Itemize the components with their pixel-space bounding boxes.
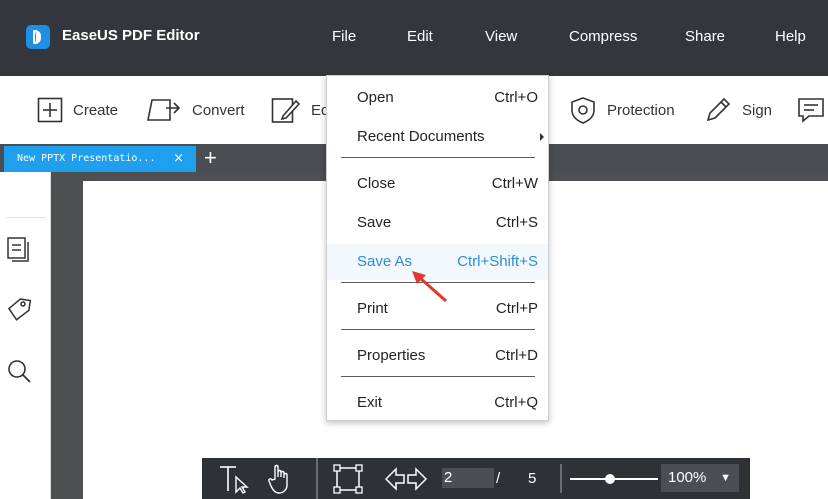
edit-button[interactable]: Ed bbox=[271, 76, 329, 144]
page-number-input[interactable]: 2 bbox=[442, 468, 494, 488]
convert-icon bbox=[147, 99, 181, 121]
toolbar-divider bbox=[560, 464, 562, 493]
convert-label: Convert bbox=[192, 101, 245, 119]
menu-divider bbox=[341, 376, 535, 377]
edit-pencil-icon bbox=[271, 98, 301, 123]
zoom-select[interactable]: 100% ▼ bbox=[661, 464, 739, 492]
fit-page-icon[interactable] bbox=[332, 463, 364, 495]
text-select-icon[interactable] bbox=[216, 464, 252, 494]
app-name: EaseUS PDF Editor bbox=[62, 27, 200, 44]
pen-icon bbox=[706, 97, 731, 122]
menu-share[interactable]: Share bbox=[685, 28, 725, 45]
sign-button[interactable]: Sign bbox=[704, 76, 772, 144]
left-sidebar bbox=[0, 172, 51, 499]
menu-item-close[interactable]: Close Ctrl+W bbox=[327, 166, 548, 202]
protection-button[interactable]: Protection bbox=[569, 76, 675, 144]
close-tab-icon[interactable]: × bbox=[173, 146, 184, 172]
pages-thumbnail-icon[interactable] bbox=[6, 236, 32, 262]
sign-label: Sign bbox=[742, 101, 773, 119]
menu-divider bbox=[341, 329, 535, 330]
menu-item-recent-documents[interactable]: Recent Documents bbox=[327, 119, 548, 155]
menu-file[interactable]: File bbox=[332, 28, 356, 45]
menu-item-properties[interactable]: Properties Ctrl+D bbox=[327, 338, 548, 374]
tag-icon[interactable] bbox=[6, 296, 32, 322]
menu-help[interactable]: Help bbox=[775, 28, 806, 45]
hand-tool-icon[interactable] bbox=[266, 463, 294, 495]
menu-item-exit[interactable]: Exit Ctrl+Q bbox=[327, 385, 548, 421]
annotation-arrow-icon bbox=[412, 271, 447, 303]
toolbar-divider bbox=[316, 458, 318, 499]
menu-item-save[interactable]: Save Ctrl+S bbox=[327, 205, 548, 241]
menu-item-open[interactable]: Open Ctrl+O bbox=[327, 80, 548, 116]
convert-button[interactable]: Convert bbox=[146, 76, 245, 144]
next-page-icon[interactable] bbox=[406, 467, 428, 491]
sidebar-divider bbox=[6, 217, 46, 218]
protection-label: Protection bbox=[607, 101, 675, 119]
total-pages: 5 bbox=[528, 470, 537, 487]
shield-icon bbox=[571, 97, 595, 124]
bottom-toolbar: 2 / 5 100% ▼ bbox=[202, 458, 750, 499]
document-tab-title: New PPTX Presentatio... bbox=[17, 153, 156, 164]
title-bar: EaseUS PDF Editor File Edit View Compres… bbox=[0, 0, 828, 76]
app-logo-icon bbox=[26, 25, 50, 49]
search-icon[interactable] bbox=[6, 358, 32, 384]
submenu-arrow-icon bbox=[540, 133, 544, 141]
add-tab-icon[interactable]: + bbox=[204, 146, 217, 170]
menu-view[interactable]: View bbox=[485, 28, 517, 45]
menu-divider bbox=[341, 157, 535, 158]
zoom-slider-knob[interactable] bbox=[604, 474, 615, 484]
previous-page-icon[interactable] bbox=[384, 467, 406, 491]
comment-icon bbox=[798, 98, 824, 123]
plus-box-icon bbox=[37, 97, 63, 123]
file-menu-dropdown: Open Ctrl+O Recent Documents Close Ctrl+… bbox=[326, 75, 549, 421]
create-button[interactable]: Create bbox=[37, 76, 118, 144]
zoom-value: 100% bbox=[668, 469, 707, 486]
create-label: Create bbox=[73, 101, 119, 119]
chevron-down-icon: ▼ bbox=[720, 472, 731, 484]
document-tab[interactable]: New PPTX Presentatio... × bbox=[4, 146, 196, 172]
comment-button[interactable] bbox=[797, 76, 825, 144]
page-separator: / bbox=[496, 470, 501, 487]
menu-compress[interactable]: Compress bbox=[569, 28, 637, 45]
menu-edit[interactable]: Edit bbox=[407, 28, 433, 45]
